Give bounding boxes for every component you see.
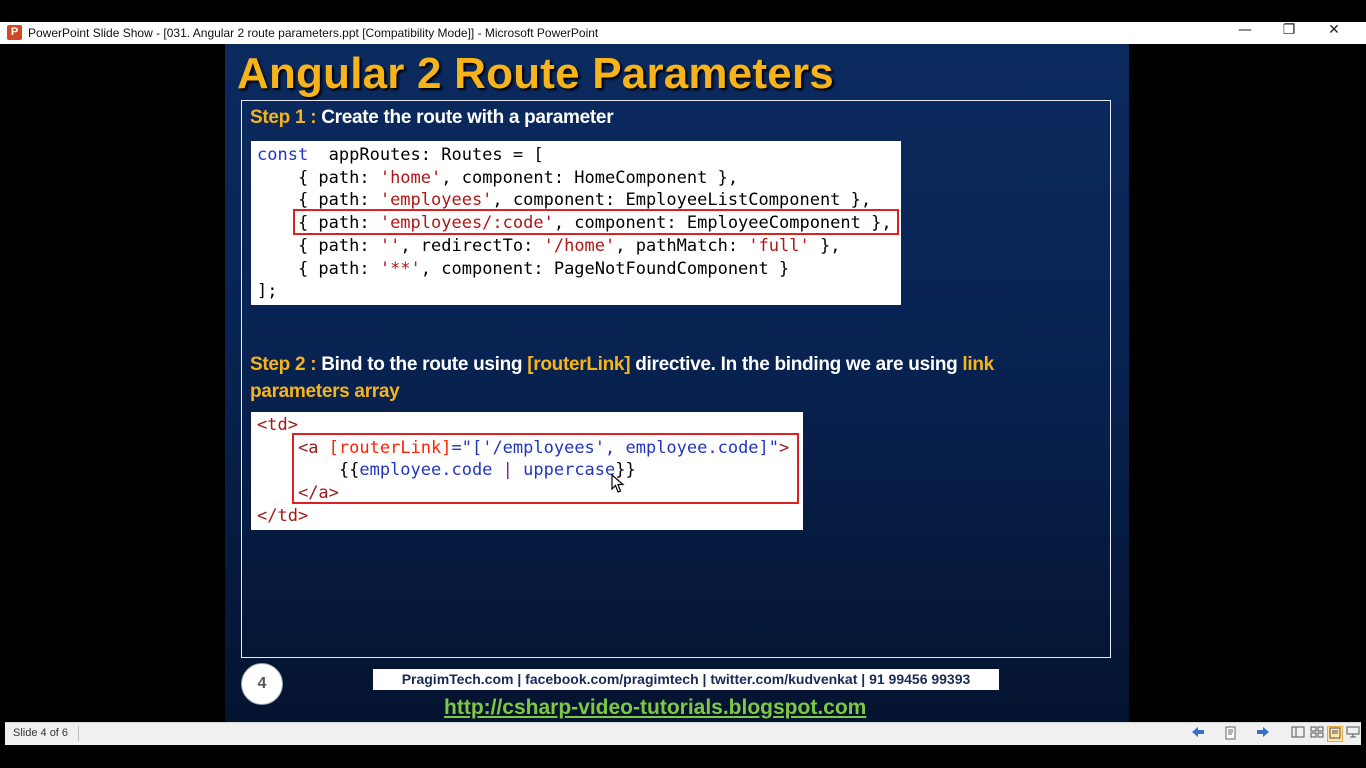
footer-blog-link[interactable]: http://csharp-video-tutorials.blogspot.c… xyxy=(444,696,866,720)
code-token: { path: xyxy=(257,235,380,256)
highlight-route-parameter xyxy=(293,209,899,235)
step1-text: Create the route with a parameter xyxy=(316,107,614,128)
reading-view-icon[interactable] xyxy=(1327,726,1343,742)
code-line: { path: '**', component: PageNotFoundCom… xyxy=(257,258,789,280)
step2-label: Step 2 : xyxy=(250,354,317,375)
code-token: ]; xyxy=(257,281,278,302)
restore-button[interactable]: ❐ xyxy=(1267,22,1311,44)
code-token: , component: PageNotFoundComponent } xyxy=(420,258,790,279)
code-token: </td> xyxy=(257,505,309,526)
status-bar: Slide 4 of 6 xyxy=(5,722,1361,745)
code-token: '' xyxy=(379,235,401,256)
slide-canvas[interactable]: Angular 2 Route Parameters Step 1 : Crea… xyxy=(225,44,1129,722)
code-token: '**' xyxy=(379,258,421,279)
code-token: 'home' xyxy=(379,167,442,188)
code-line: { path: '', redirectTo: '/home', pathMat… xyxy=(257,235,841,257)
code-token: 'employees' xyxy=(379,190,493,211)
code-token: , component: EmployeeListComponent }, xyxy=(492,190,872,211)
slide-indicator: Slide 4 of 6 xyxy=(13,727,69,739)
code-token: const xyxy=(257,145,309,165)
next-icon[interactable] xyxy=(1255,726,1271,742)
footer-contacts: PragimTech.com | facebook.com/pragimtech… xyxy=(373,669,999,690)
code-token: '/home' xyxy=(543,235,616,256)
status-separator xyxy=(78,726,79,741)
minimize-button[interactable]: — xyxy=(1223,22,1267,44)
code-token: { path: xyxy=(257,258,380,279)
code-line: { path: 'home', component: HomeComponent… xyxy=(257,167,738,189)
slide-number-badge: 4 xyxy=(241,663,283,705)
code-token: 'full' xyxy=(748,235,810,256)
step2-text2: directive. In the binding we are using xyxy=(630,354,963,375)
slide-title: Angular 2 Route Parameters xyxy=(237,49,834,98)
step2-heading: Step 2 : Bind to the route using [router… xyxy=(250,351,1100,405)
close-button[interactable]: ✕ xyxy=(1312,22,1356,44)
code-token: }, xyxy=(809,235,841,256)
highlight-routerlink-anchor xyxy=(292,433,799,504)
code-token: , redirectTo: xyxy=(400,235,544,256)
window-title: PowerPoint Slide Show - [031. Angular 2 … xyxy=(28,26,599,40)
normal-view-icon[interactable] xyxy=(1290,726,1306,742)
code-line: ]; xyxy=(257,280,277,302)
code-token: <td> xyxy=(257,415,298,435)
previous-icon[interactable] xyxy=(1190,726,1206,742)
step1-heading: Step 1 : Create the route with a paramet… xyxy=(250,107,614,129)
code-token: appRoutes: Routes = [ xyxy=(308,145,544,165)
code-token: , component: HomeComponent }, xyxy=(441,167,739,188)
code-line: const appRoutes: Routes = [ xyxy=(257,144,544,166)
code-token: , pathMatch: xyxy=(615,235,749,256)
powerpoint-app-icon: P xyxy=(7,25,22,40)
window-titlebar: P PowerPoint Slide Show - [031. Angular … xyxy=(0,22,1366,44)
slide-show-icon[interactable] xyxy=(1345,726,1361,742)
step2-routerlink: [routerLink] xyxy=(527,354,631,375)
slide-sorter-icon[interactable] xyxy=(1309,726,1325,742)
step2-link: link xyxy=(962,354,994,375)
notes-icon[interactable] xyxy=(1223,726,1239,742)
code-line: </td> xyxy=(257,505,308,527)
mouse-cursor-icon xyxy=(611,474,625,493)
code-token: { path: xyxy=(257,167,380,188)
step1-label: Step 1 : xyxy=(250,107,317,128)
code-token: { path: xyxy=(257,190,380,211)
step2-parameters-array: parameters array xyxy=(250,381,400,402)
step2-text: Bind to the route using xyxy=(316,354,528,375)
